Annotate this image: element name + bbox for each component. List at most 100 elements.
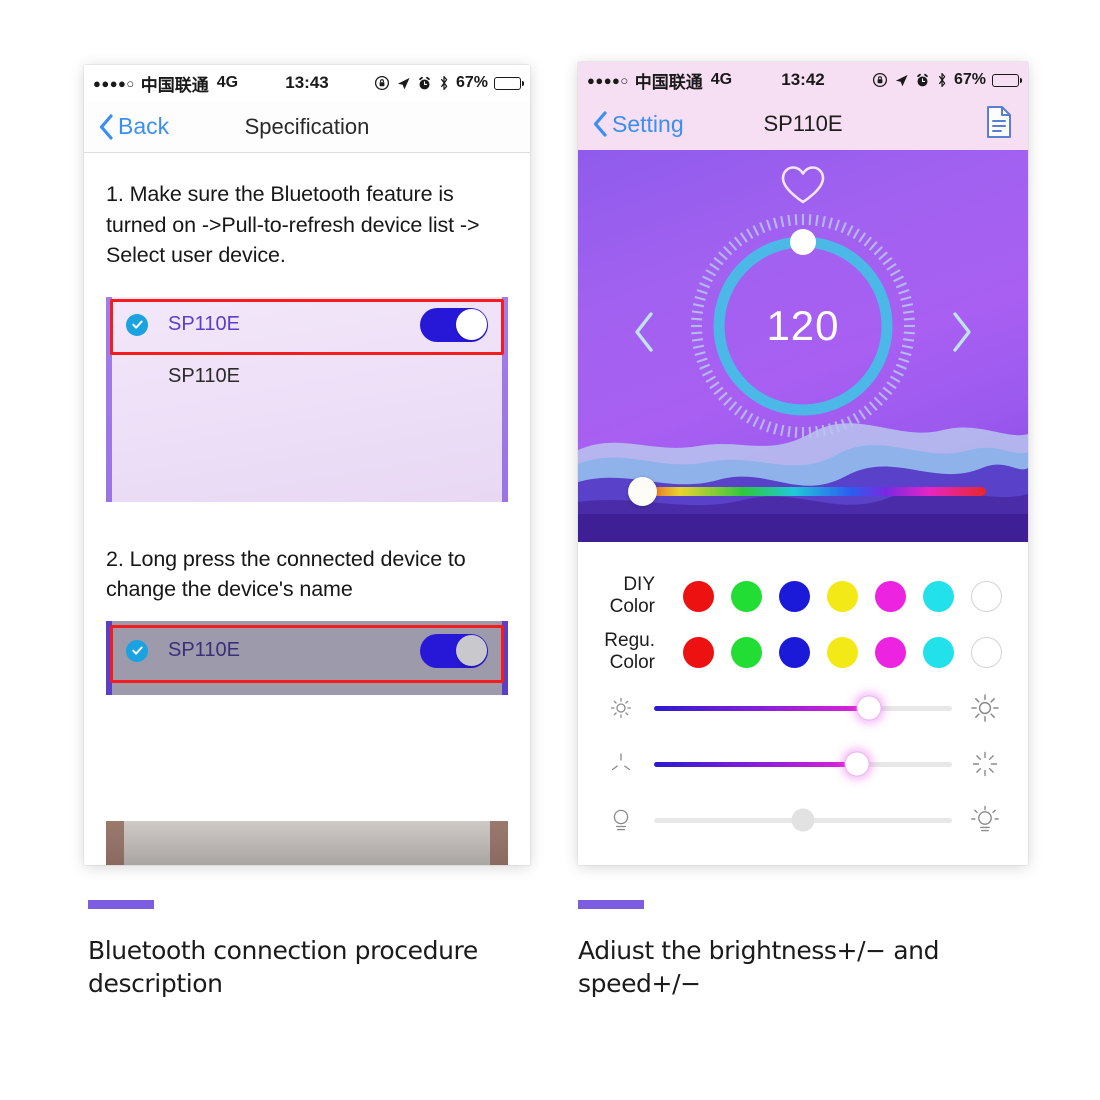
back-button[interactable]: Back (98, 113, 169, 141)
alarm-clock-icon-2 (917, 73, 928, 86)
speed-slow-icon (600, 750, 642, 778)
color-swatch-1[interactable] (731, 636, 762, 668)
specification-content: 1. Make sure the Bluetooth feature is tu… (84, 153, 530, 865)
setting-back-label: Setting (612, 110, 684, 137)
accent-bar-left (88, 900, 154, 909)
device-list-panel-2: SP110E (106, 620, 508, 695)
caption-right-text: Adiust the brightness+/− and speed+/− (578, 936, 940, 998)
signal-dots-2: ●●●●○ (587, 72, 629, 88)
favorite-button[interactable] (780, 164, 826, 211)
color-swatch-0[interactable] (683, 580, 714, 612)
status-bar-left-group-2: ●●●●○ 中国联通 4G (587, 68, 732, 93)
chevron-left-icon (99, 113, 113, 140)
color-swatch-6[interactable] (971, 636, 1002, 668)
speed-slider-row (578, 736, 1028, 792)
bulb-dim-icon (600, 805, 642, 835)
status-bar-right-group: 67% (374, 74, 525, 92)
device-connect-toggle-2[interactable] (420, 633, 488, 668)
device-row-selected[interactable]: SP110E (112, 297, 502, 353)
next-mode-button[interactable] (948, 310, 976, 359)
speed-slider-track[interactable] (654, 751, 952, 777)
color-swatch-1[interactable] (731, 580, 762, 612)
network-label-2: 4G (710, 71, 733, 88)
hue-slider-track[interactable] (630, 487, 986, 496)
color-swatch-5[interactable] (923, 636, 954, 668)
diy-color-label: DIY Color (609, 574, 655, 617)
bulb-slider-row (578, 792, 1028, 848)
battery-icon-2 (992, 73, 1023, 87)
step-2-text: 2. Long press the connected device to ch… (106, 546, 466, 602)
color-swatch-4[interactable] (875, 636, 906, 668)
location-arrow-icon-2 (895, 74, 908, 86)
bluetooth-icon-2 (938, 72, 946, 88)
rotation-lock-icon-2 (872, 72, 888, 88)
bluetooth-icon (440, 75, 448, 91)
color-swatch-2[interactable] (779, 636, 810, 668)
page-root: ●●●●○ 中国联通 4G 13:43 67% Back Specificati… (0, 0, 1100, 1100)
color-swatch-6[interactable] (971, 580, 1002, 612)
brightness-slider-track[interactable] (654, 695, 952, 721)
brightness-slider-row (578, 680, 1028, 736)
sun-small-icon (600, 695, 642, 721)
chevron-right-icon (953, 312, 971, 352)
sun-large-icon (964, 692, 1006, 724)
battery-percent-label: 67% (455, 74, 488, 91)
mountain-artwork (578, 423, 1028, 542)
carrier-label-2: 中国联通 (634, 72, 703, 92)
document-button[interactable] (984, 105, 1014, 144)
previous-mode-button[interactable] (630, 310, 658, 359)
step-1-text: 1. Make sure the Bluetooth feature is tu… (106, 182, 480, 268)
nav-bar-right: Setting SP110E (578, 98, 1028, 150)
bulb-bright-icon (964, 804, 1006, 836)
speed-fast-icon (964, 749, 1006, 779)
setting-back-button[interactable]: Setting (592, 110, 684, 138)
color-swatch-5[interactable] (923, 580, 954, 612)
status-bar-left-group: ●●●●○ 中国联通 4G (93, 71, 238, 96)
caption-left-text: Bluetooth connection procedure descripti… (88, 936, 478, 998)
status-bar-right: ●●●●○ 中国联通 4G 13:42 67% (578, 62, 1028, 98)
nav-bar-left: Back Specification (84, 101, 530, 153)
device-list-panel-1: SP110E SP110E (106, 296, 508, 502)
color-swatch-2[interactable] (779, 580, 810, 612)
chevron-left-icon-3 (635, 312, 653, 352)
check-circle-icon-2 (126, 639, 148, 662)
signal-dots: ●●●●○ (93, 75, 135, 91)
location-arrow-icon (397, 77, 410, 89)
color-swatch-3[interactable] (827, 636, 858, 668)
document-icon (987, 105, 1011, 138)
regular-color-swatches (683, 636, 1002, 668)
color-swatch-4[interactable] (875, 580, 906, 612)
regular-color-label: Regu. Color (604, 630, 655, 673)
dial-value-label: 120 (766, 302, 840, 349)
caption-right: Adiust the brightness+/− and speed+/− (578, 900, 1048, 1000)
diy-color-swatches (683, 580, 1002, 612)
battery-icon (494, 76, 525, 90)
color-swatch-0[interactable] (683, 636, 714, 668)
device-row-secondary[interactable]: SP110E (112, 353, 502, 401)
status-bar-right-group-2: 67% (872, 71, 1023, 89)
chevron-left-icon-2 (593, 111, 607, 137)
caption-left: Bluetooth connection procedure descripti… (88, 900, 558, 1000)
light-controls: DIY Color Regu. Color (578, 542, 1028, 865)
regular-color-row: Regu. Color (578, 624, 1028, 680)
carrier-label: 中国联通 (140, 75, 209, 95)
diy-color-row: DIY Color (578, 568, 1028, 624)
device-name-label: SP110E (168, 313, 240, 336)
battery-percent-label-2: 67% (953, 71, 986, 88)
partial-content-strip (106, 821, 508, 865)
status-bar-left: ●●●●○ 中国联通 4G 13:43 67% (84, 65, 530, 101)
device-name-label-3: SP110E (168, 639, 240, 662)
back-button-label: Back (118, 113, 170, 139)
device-connect-toggle[interactable] (420, 307, 488, 342)
hue-slider-knob[interactable] (628, 477, 657, 506)
alarm-clock-icon (419, 76, 430, 89)
phone-screenshot-left: ●●●●○ 中国联通 4G 13:43 67% Back Specificati… (84, 65, 530, 865)
color-swatch-3[interactable] (827, 580, 858, 612)
heart-outline-icon (781, 166, 825, 204)
bulb-slider-track[interactable] (654, 808, 952, 832)
network-label: 4G (216, 74, 239, 91)
device-row-pressed[interactable]: SP110E (112, 621, 502, 681)
light-preview-hero: 120 (578, 150, 1028, 542)
rotation-lock-icon (374, 75, 390, 91)
check-circle-icon (126, 313, 148, 336)
